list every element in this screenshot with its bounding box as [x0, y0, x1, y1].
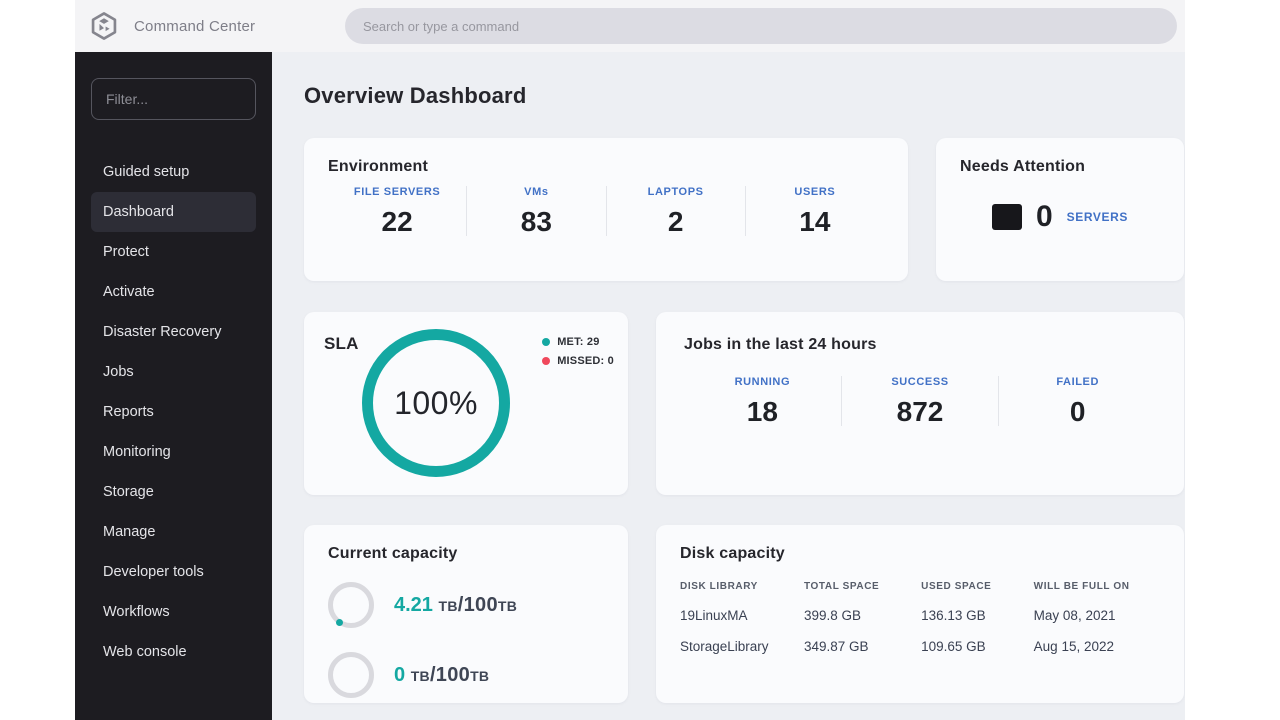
stat-value: 872 — [896, 396, 944, 427]
sla-donut-chart[interactable]: 100% — [362, 329, 510, 477]
stat-value: 22 — [381, 206, 413, 237]
needs-attention-card: Needs Attention 0 SERVERS — [936, 138, 1184, 281]
capacity-text: 0 TB/100TB — [394, 664, 489, 687]
needs-attention-label: SERVERS — [1066, 210, 1129, 224]
stat-value: 18 — [746, 396, 778, 427]
stat-label: VMs — [524, 186, 549, 198]
stat-running[interactable]: RUNNING 18 — [684, 376, 841, 428]
stat-laptops[interactable]: LAPTOPS 2 — [607, 186, 745, 238]
environment-stats: FILE SERVERS 22 VMs 83 LAPTOPS 2 USERS 1… — [328, 186, 884, 238]
sidebar-item-monitoring[interactable]: Monitoring — [91, 432, 256, 472]
capacity-unit: TB/100TB — [410, 663, 490, 686]
sidebar-item-web-console[interactable]: Web console — [91, 632, 256, 672]
capacity-value: 0 — [394, 663, 406, 686]
page-title: Overview Dashboard — [304, 83, 527, 108]
servers-icon — [991, 204, 1022, 230]
disk-capacity-title: Disk capacity — [680, 545, 785, 562]
sidebar-nav: Guided setup Dashboard Protect Activate … — [91, 152, 256, 672]
table-cell: 349.87 GB — [804, 639, 869, 654]
legend-missed-label: MISSED: 0 — [557, 355, 614, 367]
capacity-text: 4.21 TB/100TB — [394, 594, 517, 617]
sidebar-item-reports[interactable]: Reports — [91, 392, 256, 432]
needs-attention-stat[interactable]: 0 SERVERS — [960, 200, 1160, 234]
table-cell: May 08, 2021 — [1033, 608, 1116, 623]
needs-attention-title: Needs Attention — [960, 158, 1086, 175]
disk-capacity-table: DISK LIBRARY TOTAL SPACE USED SPACE WILL… — [680, 581, 1160, 654]
table-cell: 399.8 GB — [804, 608, 862, 623]
table-cell: 136.13 GB — [921, 608, 986, 623]
stat-value: 2 — [667, 206, 684, 237]
column-header: TOTAL SPACE — [804, 581, 880, 592]
sidebar-item-dashboard[interactable]: Dashboard — [91, 192, 256, 232]
jobs-title: Jobs in the last 24 hours — [684, 336, 877, 353]
legend-missed: MISSED: 0 — [542, 355, 614, 367]
sidebar-item-developer-tools[interactable]: Developer tools — [91, 552, 256, 592]
environment-card: Environment FILE SERVERS 22 VMs 83 LAPTO… — [304, 138, 908, 281]
cube-logo-icon — [91, 12, 117, 40]
stat-users[interactable]: USERS 14 — [746, 186, 884, 238]
stat-value: 83 — [520, 206, 552, 237]
jobs-stats: RUNNING 18 SUCCESS 872 FAILED 0 — [684, 376, 1156, 428]
sidebar-item-disaster-recovery[interactable]: Disaster Recovery — [91, 312, 256, 352]
sla-percent: 100% — [394, 384, 478, 421]
sla-title: SLA — [324, 334, 359, 353]
sidebar-item-storage[interactable]: Storage — [91, 472, 256, 512]
environment-title: Environment — [328, 158, 428, 175]
brand-area: Command Center — [88, 10, 345, 42]
missed-dot-icon — [542, 357, 551, 365]
app-title: Command Center — [134, 17, 256, 35]
app-window: Command Center Guided setup Dashboard Pr… — [75, 0, 1185, 720]
sidebar-item-jobs[interactable]: Jobs — [91, 352, 256, 392]
sidebar-item-workflows[interactable]: Workflows — [91, 592, 256, 632]
command-search-input[interactable] — [345, 8, 1177, 44]
legend-met: MET: 29 — [542, 336, 614, 348]
table-cell[interactable]: 19LinuxMA — [680, 608, 804, 623]
capacity-row[interactable]: 4.21 TB/100TB — [328, 577, 604, 633]
current-capacity-title: Current capacity — [328, 545, 458, 562]
sidebar-item-manage[interactable]: Manage — [91, 512, 256, 552]
stat-success[interactable]: SUCCESS 872 — [842, 376, 999, 428]
table-cell: 109.65 GB — [921, 639, 986, 654]
top-bar: Command Center — [75, 0, 1185, 52]
capacity-ring-chart — [328, 652, 374, 698]
sidebar-item-guided-setup[interactable]: Guided setup — [91, 152, 256, 192]
stat-failed[interactable]: FAILED 0 — [999, 376, 1156, 428]
main-content: Overview Dashboard Environment FILE SERV… — [272, 52, 1185, 720]
current-capacity-card: Current capacity 4.21 TB/100TB 0 TB/100T… — [304, 525, 628, 703]
column-header: DISK LIBRARY — [680, 581, 758, 592]
sidebar-filter-input[interactable] — [91, 78, 256, 120]
needs-attention-value: 0 — [1035, 200, 1053, 233]
capacity-unit: TB/100TB — [438, 593, 518, 616]
table-cell[interactable]: StorageLibrary — [680, 639, 804, 654]
column-header: USED SPACE — [921, 581, 992, 592]
sidebar-item-protect[interactable]: Protect — [91, 232, 256, 272]
jobs-card: Jobs in the last 24 hours RUNNING 18 SUC… — [656, 312, 1184, 495]
stat-value: 14 — [799, 206, 831, 237]
capacity-row[interactable]: 0 TB/100TB — [328, 647, 604, 703]
stat-label: FAILED — [1056, 376, 1100, 388]
met-dot-icon — [542, 338, 551, 346]
disk-capacity-card: Disk capacity DISK LIBRARY TOTAL SPACE U… — [656, 525, 1184, 703]
capacity-value: 4.21 — [394, 593, 433, 616]
sla-card: SLA 100% MET: 29 MISSED: 0 — [304, 312, 628, 495]
stat-value: 0 — [1069, 396, 1086, 427]
stat-label: SUCCESS — [891, 376, 949, 388]
capacity-ring-chart — [328, 582, 374, 628]
stat-vms[interactable]: VMs 83 — [467, 186, 605, 238]
sla-legend: MET: 29 MISSED: 0 — [542, 336, 614, 367]
stat-label: LAPTOPS — [647, 186, 704, 198]
sidebar: Guided setup Dashboard Protect Activate … — [75, 52, 272, 720]
stat-file-servers[interactable]: FILE SERVERS 22 — [328, 186, 466, 238]
table-cell: Aug 15, 2022 — [1033, 639, 1114, 654]
legend-met-label: MET: 29 — [557, 336, 600, 348]
column-header: WILL BE FULL ON — [1033, 581, 1130, 592]
stat-label: FILE SERVERS — [353, 186, 441, 198]
stat-label: USERS — [794, 186, 836, 198]
sidebar-item-activate[interactable]: Activate — [91, 272, 256, 312]
stat-label: RUNNING — [734, 376, 791, 388]
